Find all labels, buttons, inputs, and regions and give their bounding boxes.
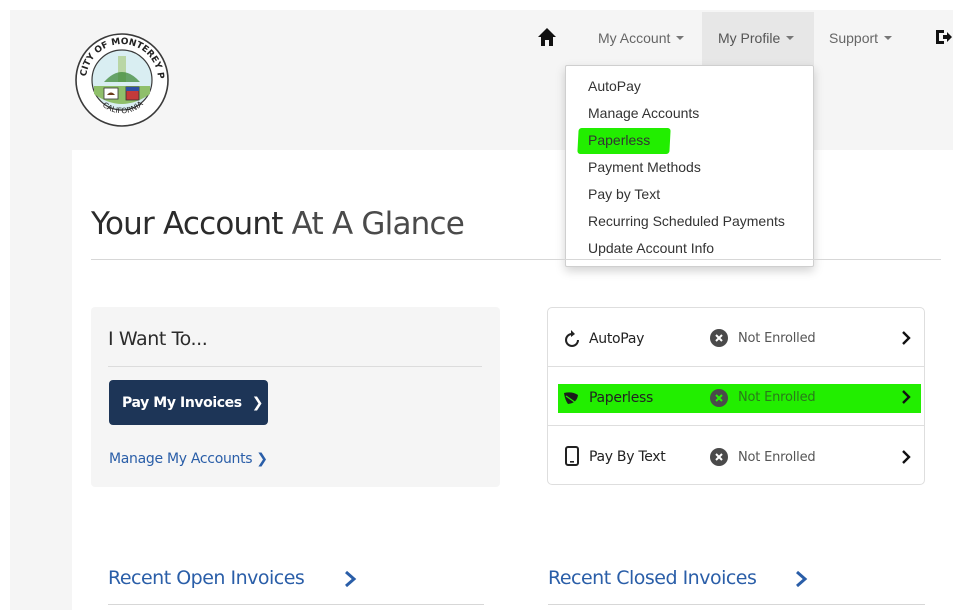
refresh-icon: [565, 330, 579, 347]
enrollment-label-paperless: Paperless: [589, 390, 654, 406]
enrollment-status-autopay: Not Enrolled: [738, 331, 816, 346]
nav-my-account-label: My Account: [598, 30, 671, 46]
nav-my-profile-label: My Profile: [718, 30, 781, 46]
section-divider: [548, 604, 925, 605]
pay-my-invoices-label: Pay My Invoices: [122, 394, 242, 411]
caret-down-icon: [884, 36, 893, 40]
home-icon[interactable]: [537, 26, 557, 48]
nav-support-label: Support: [829, 30, 879, 46]
chevron-right-icon: [902, 331, 911, 345]
logout-icon[interactable]: [934, 28, 953, 46]
leaf-icon: [564, 392, 578, 404]
page-title: Your Account At A Glance: [91, 206, 465, 242]
page-title-part2: At A Glance: [291, 206, 465, 242]
i-want-to-title: I Want To...: [108, 328, 208, 350]
chevron-right-icon: [902, 450, 911, 464]
page-title-part1: Your Account: [91, 206, 283, 242]
recent-open-invoices-heading[interactable]: Recent Open Invoices: [108, 567, 305, 589]
menu-item-update-account-info[interactable]: Update Account Info: [588, 240, 714, 256]
manage-my-accounts-label: Manage My Accounts: [109, 451, 253, 467]
caret-down-icon: [786, 36, 795, 40]
chevron-right-icon: ❯: [251, 394, 264, 411]
nav-support[interactable]: Support: [829, 30, 893, 46]
chevron-right-icon: ❯: [256, 451, 268, 467]
nav-my-account[interactable]: My Account: [598, 30, 685, 46]
menu-item-manage-accounts[interactable]: Manage Accounts: [588, 105, 699, 121]
menu-item-payment-methods[interactable]: Payment Methods: [588, 159, 701, 175]
menu-item-recurring-scheduled-payments[interactable]: Recurring Scheduled Payments: [588, 213, 785, 229]
i-want-to-divider: [108, 366, 482, 367]
not-enrolled-x-icon: [710, 389, 728, 407]
recent-closed-invoices-heading[interactable]: Recent Closed Invoices: [548, 567, 757, 589]
not-enrolled-x-icon: [710, 329, 728, 347]
menu-item-pay-by-text[interactable]: Pay by Text: [588, 186, 660, 202]
not-enrolled-x-icon: [710, 448, 728, 466]
enrollment-label-pay-by-text: Pay By Text: [589, 449, 666, 465]
enrollment-status-paperless: Not Enrolled: [738, 390, 816, 405]
manage-my-accounts-link[interactable]: Manage My Accounts ❯: [109, 451, 268, 467]
caret-down-icon: [676, 36, 685, 40]
mobile-phone-icon: [565, 446, 579, 466]
chevron-right-icon[interactable]: [794, 570, 808, 588]
nav-my-profile[interactable]: My Profile: [718, 30, 795, 46]
menu-item-autopay[interactable]: AutoPay: [588, 78, 641, 94]
pay-my-invoices-button[interactable]: Pay My Invoices ❯: [109, 380, 268, 425]
enrollment-status-pay-by-text: Not Enrolled: [738, 450, 816, 465]
chevron-right-icon[interactable]: [343, 570, 357, 588]
my-profile-dropdown-menu: AutoPay Manage Accounts Paperless Paymen…: [565, 65, 814, 267]
city-seal-logo[interactable]: CITY OF MONTEREY PARK CALIFORNIA: [74, 32, 170, 128]
chevron-right-icon: [902, 390, 911, 404]
section-divider: [108, 604, 484, 605]
title-divider: [91, 259, 941, 260]
enrollment-label-autopay: AutoPay: [589, 331, 645, 347]
menu-item-paperless[interactable]: Paperless: [588, 132, 650, 148]
